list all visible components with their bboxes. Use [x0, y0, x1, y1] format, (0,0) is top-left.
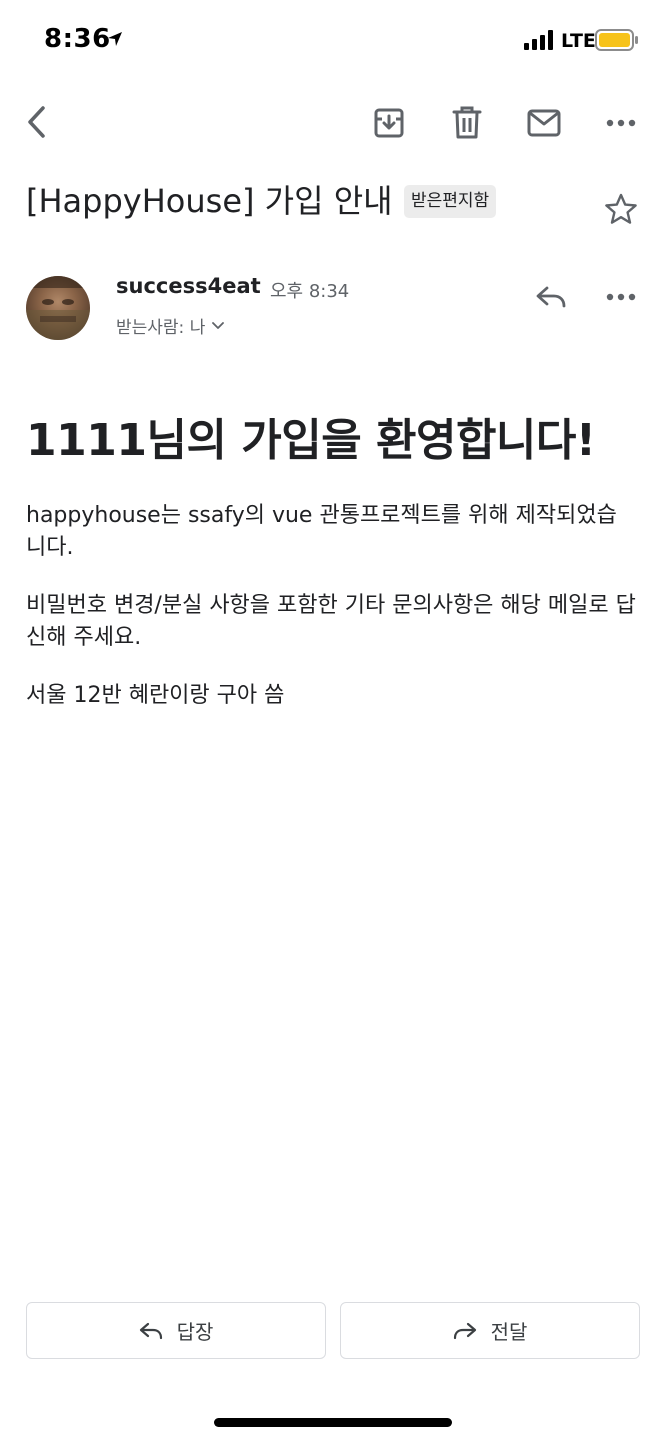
recipient-details-toggle[interactable]: 받는사람: 나 [116, 313, 225, 338]
message-more-button[interactable] [598, 274, 644, 320]
email-subject: [HappyHouse] 가입 안내 [26, 182, 393, 220]
inbox-label-chip[interactable]: 받은편지함 [404, 185, 497, 218]
archive-icon [374, 108, 404, 138]
star-icon [605, 193, 637, 224]
sender-avatar[interactable] [26, 276, 90, 340]
delete-button[interactable] [444, 100, 490, 146]
archive-button[interactable] [366, 100, 412, 146]
reply-label: 답장 [176, 1320, 214, 1344]
network-label: LTE [561, 30, 596, 52]
message-paragraph: happyhouse는 ssafy의 vue 관통프로젝트를 위해 제작되었습니… [26, 503, 617, 560]
reply-icon [139, 1322, 162, 1339]
sender-name[interactable]: success4eat [116, 274, 261, 298]
star-button[interactable] [598, 186, 644, 232]
quick-reply-button[interactable] [528, 274, 574, 320]
location-arrow-icon [106, 30, 124, 52]
reply-button[interactable]: 답장 [26, 1302, 326, 1359]
home-indicator [214, 1418, 452, 1427]
trash-icon [452, 106, 482, 139]
forward-icon [453, 1322, 476, 1339]
signal-bars-icon [524, 30, 556, 54]
more-horizontal-icon [606, 293, 636, 301]
message-paragraph: 비밀번호 변경/분실 사항을 포함한 기타 문의사항은 해당 메일로 답신해 주… [26, 593, 636, 650]
mail-icon [527, 109, 561, 137]
status-bar: 8:36 LTE [0, 0, 666, 80]
forward-button[interactable]: 전달 [340, 1302, 640, 1359]
recipient-label: 받는사람: 나 [116, 318, 206, 338]
mark-unread-button[interactable] [520, 100, 568, 146]
back-button[interactable] [14, 98, 60, 146]
more-options-button[interactable] [598, 100, 644, 146]
sent-time: 오후 8:34 [270, 281, 350, 302]
message-heading: 1111님의 가입을 환영합니다! [26, 415, 596, 466]
chevron-left-icon [28, 106, 45, 138]
status-time: 8:36 [44, 24, 111, 54]
battery-icon [595, 29, 639, 55]
chevron-down-icon [212, 321, 225, 329]
more-horizontal-icon [606, 119, 636, 127]
message-signature: 서울 12반 혜란이랑 구아 씀 [26, 683, 285, 708]
reply-icon [536, 286, 566, 308]
forward-label: 전달 [490, 1320, 528, 1344]
